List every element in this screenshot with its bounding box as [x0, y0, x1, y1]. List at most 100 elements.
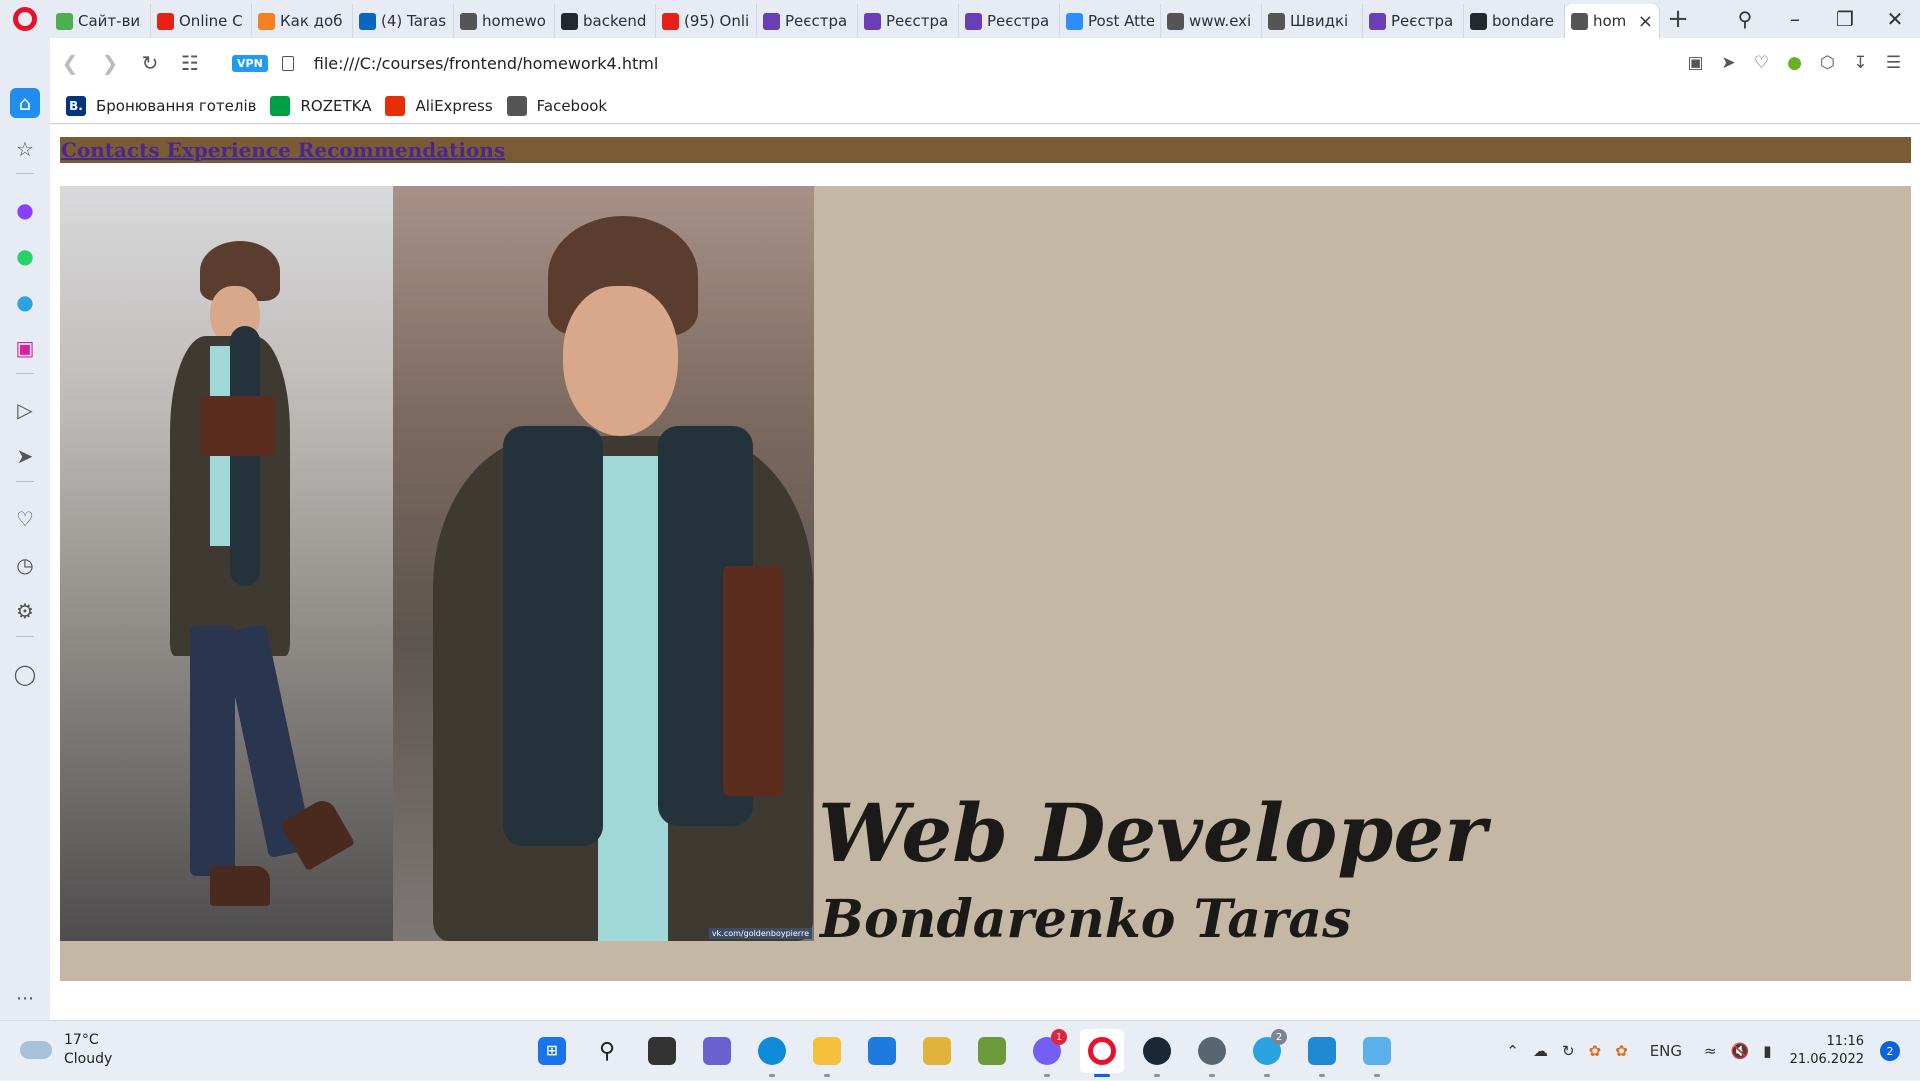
minecraft-icon [978, 1037, 1006, 1065]
new-tab-button[interactable]: + [1660, 2, 1696, 36]
mail-app[interactable] [860, 1029, 904, 1073]
window-controls: ⚲ – ❐ ✕ [1720, 0, 1920, 38]
bookmark-2[interactable]: AliExpress [385, 95, 493, 116]
send-icon[interactable]: ➤ [1712, 43, 1745, 83]
tab-14[interactable]: bondare [1464, 4, 1565, 38]
tab-15[interactable]: hom × [1565, 4, 1660, 38]
bookmark-0[interactable]: B. Бронювання готелів [66, 95, 257, 116]
bookmarks-bar: B. Бронювання готелів ROZETKA AliExpress Fac… [50, 88, 1920, 124]
weather-widget[interactable]: 17°C Cloudy [20, 1031, 112, 1069]
tab-11[interactable]: www.exi [1161, 4, 1262, 38]
edge-app[interactable] [750, 1029, 794, 1077]
language-indicator[interactable]: ENG [1650, 1042, 1682, 1060]
tab-0[interactable]: Сайт-ви [50, 4, 151, 38]
tab-label: Как доб [280, 12, 343, 30]
search-button[interactable]: ⚲ [585, 1029, 629, 1073]
volume-muted-icon[interactable]: 🔇 [1731, 1042, 1750, 1060]
start-button[interactable]: ⊞ [530, 1029, 574, 1073]
photo-portrait-man: vk.com/goldenboypierre [393, 186, 814, 941]
bookmark-icon [270, 95, 291, 116]
forward-button[interactable]: ❯ [90, 43, 130, 83]
bookmark-label: Facebook [536, 96, 608, 115]
wifi-icon[interactable]: ≈ [1704, 1042, 1717, 1060]
steam-icon [1143, 1037, 1171, 1065]
bookmark-label: Бронювання готелів [96, 96, 257, 115]
vpn-badge[interactable]: VPN [232, 54, 268, 72]
opera-menu-button[interactable] [0, 0, 50, 38]
paint-app[interactable] [1355, 1029, 1399, 1077]
search-tabs-icon[interactable]: ⚲ [1720, 0, 1770, 38]
steam-app[interactable] [1135, 1029, 1179, 1077]
tips-icon[interactable]: ◯ [10, 659, 40, 689]
telegram-icon[interactable]: ● [10, 287, 40, 317]
lock-app[interactable] [915, 1029, 959, 1073]
easy-setup-icon[interactable]: ☰ [1877, 43, 1910, 83]
tab-8[interactable]: Реєстра [858, 4, 959, 38]
address-toolbar: ❮ ❯ ↻ ☷ VPN file:///C:/courses/frontend/… [50, 38, 1920, 88]
tab-2[interactable]: Как доб [252, 4, 353, 38]
notifications-badge[interactable]: 2 [1880, 1041, 1900, 1061]
settings-icon[interactable]: ⚙ [10, 596, 40, 626]
minecraft-app[interactable] [970, 1029, 1014, 1073]
app-tray-icon-2[interactable]: ✿ [1615, 1042, 1628, 1060]
battery-icon[interactable]: ▮ [1763, 1042, 1771, 1060]
bookmark-1[interactable]: ROZETKA [270, 95, 371, 116]
sync-icon[interactable]: ↻ [1562, 1042, 1575, 1060]
linkedin-icon [359, 12, 376, 30]
app-tray-icon[interactable]: ✿ [1589, 1042, 1602, 1060]
close-tab-icon[interactable]: × [1638, 11, 1653, 32]
maximize-button[interactable]: ❐ [1820, 0, 1870, 38]
minimize-button[interactable]: – [1770, 0, 1820, 38]
viber-app[interactable]: 1 [1025, 1029, 1069, 1077]
forms-icon [1369, 12, 1386, 30]
close-window-button[interactable]: ✕ [1870, 0, 1920, 38]
snapshot-icon[interactable]: ▣ [1679, 43, 1712, 83]
whatsapp-icon[interactable]: ● [10, 241, 40, 271]
chevron-up-icon[interactable]: ⌃ [1506, 1042, 1519, 1060]
more-icon[interactable]: ⋯ [10, 983, 40, 1013]
tab-7[interactable]: Реєстра [757, 4, 858, 38]
tab-9[interactable]: Реєстра [959, 4, 1060, 38]
history-icon[interactable]: ◷ [10, 550, 40, 580]
opera-app[interactable] [1080, 1029, 1124, 1077]
explorer-app[interactable] [805, 1029, 849, 1077]
tabs-grid-button[interactable]: ☷ [170, 43, 210, 83]
chat-button[interactable] [695, 1029, 739, 1073]
instagram-icon[interactable]: ▣ [10, 333, 40, 363]
download-icon[interactable]: ↧ [1844, 43, 1877, 83]
settings-app[interactable] [1190, 1029, 1234, 1077]
tab-3[interactable]: (4) Taras [353, 4, 454, 38]
lock-icon [923, 1037, 951, 1065]
player-icon[interactable]: ▷ [10, 395, 40, 425]
tab-12[interactable]: Швидкі [1262, 4, 1363, 38]
extension-icon[interactable]: ● [1778, 43, 1811, 83]
clock[interactable]: 11:16 21.06.2022 [1790, 1033, 1864, 1069]
back-button[interactable]: ❮ [50, 43, 90, 83]
tab-4[interactable]: homewo [454, 4, 555, 38]
tab-13[interactable]: Реєстра [1363, 4, 1464, 38]
tab-1[interactable]: Online C [151, 4, 252, 38]
tab-6[interactable]: (95) Onli [656, 4, 757, 38]
messenger-icon[interactable]: ● [10, 195, 40, 225]
file-icon [281, 55, 294, 71]
vscode-app[interactable] [1300, 1029, 1344, 1077]
home-icon[interactable]: ⌂ [10, 88, 40, 118]
address-bar[interactable]: file:///C:/courses/frontend/homework4.ht… [314, 54, 658, 73]
speed-dial-icon[interactable]: ☆ [10, 134, 40, 164]
reload-button[interactable]: ↻ [130, 43, 170, 83]
cube-icon[interactable]: ⬡ [1811, 43, 1844, 83]
favorites-icon[interactable]: ♡ [10, 504, 40, 534]
flow-icon[interactable]: ➤ [10, 441, 40, 471]
telegram-app[interactable]: 2 [1245, 1029, 1289, 1077]
tab-label: backend [583, 12, 647, 30]
onedrive-icon[interactable]: ☁ [1533, 1042, 1548, 1060]
tab-list: Сайт-ви Online C Как доб (4) Taras homewo bac… [50, 0, 1660, 38]
nav-links[interactable]: Contacts Experience Recommendations [60, 137, 505, 163]
bookmark-3[interactable]: Facebook [506, 95, 608, 116]
task-view-button[interactable] [640, 1029, 684, 1073]
tab-5[interactable]: backend [555, 4, 656, 38]
tab-label: homewo [482, 12, 546, 30]
zoom-icon [1066, 12, 1083, 30]
tab-10[interactable]: Post Atte [1060, 4, 1161, 38]
heart-icon[interactable]: ♡ [1745, 43, 1778, 83]
